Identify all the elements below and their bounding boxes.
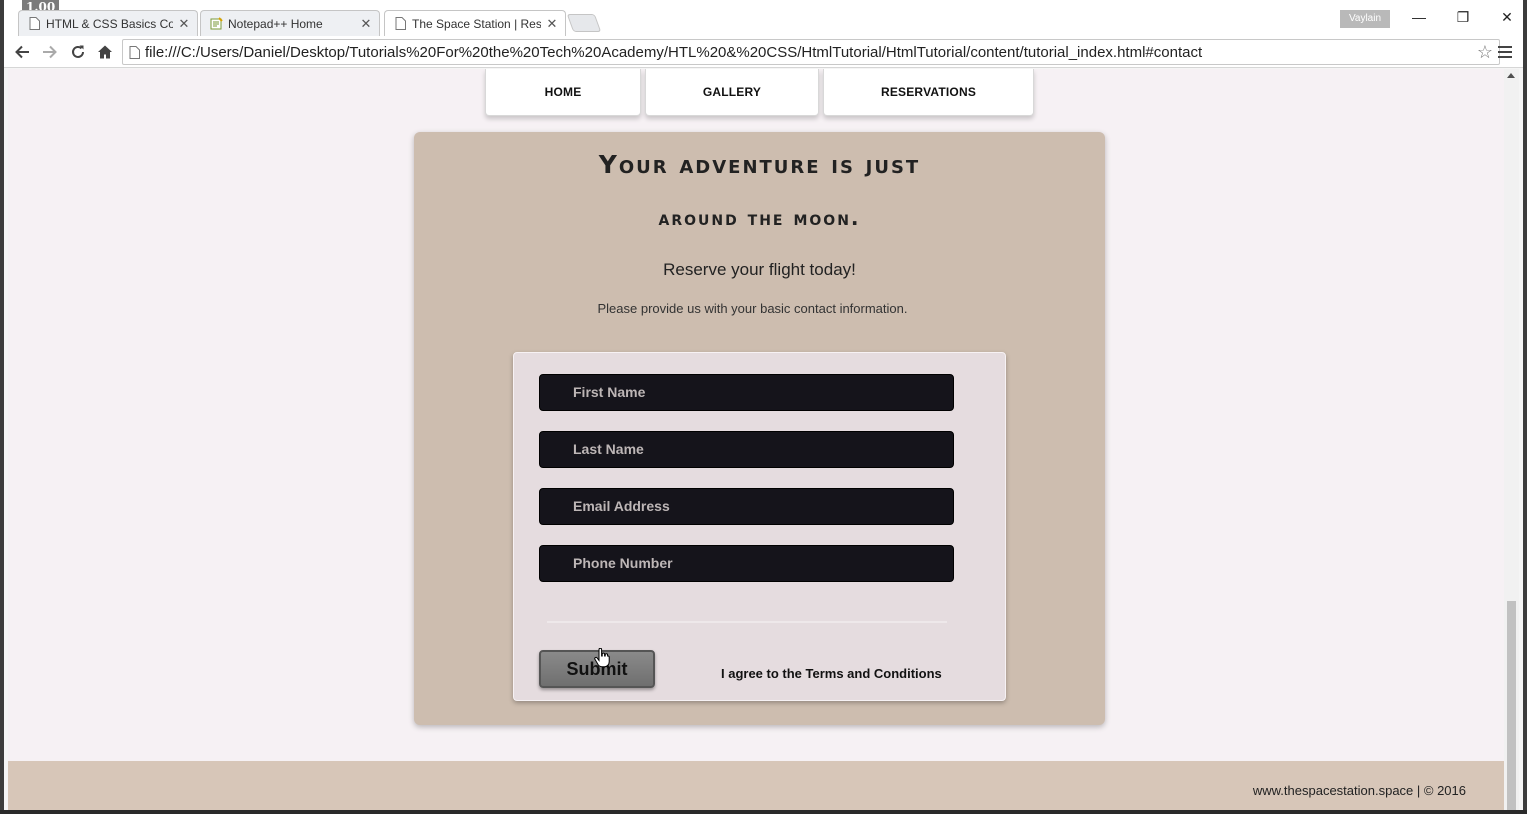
hamburger-menu-icon[interactable] — [1495, 42, 1515, 62]
minimize-icon[interactable]: — — [1404, 6, 1434, 28]
browser-toolbar: file:///C:/Users/Daniel/Desktop/Tutorial… — [4, 36, 1523, 68]
close-window-icon[interactable]: ✕ — [1492, 6, 1522, 28]
tab-notepad-plus-plus[interactable]: Notepad++ Home ✕ — [200, 10, 380, 36]
footer-text: www.thespacestation.space | © 2016 — [1252, 783, 1466, 798]
subtitle: Reserve your flight today! — [663, 260, 856, 279]
scroll-up-icon[interactable] — [1507, 73, 1515, 78]
close-icon[interactable]: ✕ — [359, 16, 373, 32]
page-icon — [123, 45, 145, 59]
heading-line-2: around the moon. — [658, 206, 861, 230]
contact-section: Your adventure is just around the moon. … — [414, 132, 1105, 725]
nav-gallery[interactable]: GALLERY — [645, 69, 819, 116]
page-icon — [393, 17, 407, 31]
info-text: Please provide us with your basic contac… — [597, 301, 908, 316]
first-name-field[interactable]: First Name — [539, 374, 954, 411]
scroll-thumb[interactable] — [1507, 601, 1516, 810]
contact-form: First Name Last Name Email Address Phone… — [513, 352, 1006, 701]
scrollbar[interactable] — [1504, 69, 1519, 810]
phone-field[interactable]: Phone Number — [539, 545, 954, 582]
url-text[interactable]: file:///C:/Users/Daniel/Desktop/Tutorial… — [145, 44, 1471, 61]
hand-cursor-icon — [594, 647, 610, 673]
divider — [547, 621, 947, 623]
tab-space-station[interactable]: The Space Station | Resort ✕ — [384, 10, 566, 36]
page-viewport: HOME GALLERY RESERVATIONS Your adventure… — [8, 69, 1512, 810]
email-field[interactable]: Email Address — [539, 488, 954, 525]
nav-reservations[interactable]: RESERVATIONS — [823, 69, 1034, 116]
close-icon[interactable]: ✕ — [545, 16, 559, 32]
nav-home[interactable]: HOME — [485, 69, 641, 116]
footer: www.thespacestation.space | © 2016 — [8, 761, 1512, 810]
close-icon[interactable]: ✕ — [177, 16, 191, 32]
heading-line-1: Your adventure is just — [598, 150, 921, 179]
restore-icon[interactable]: ❐ — [1448, 6, 1478, 28]
browser-window: 1.00 HTML & CSS Basics Cours ✕ Notepad++… — [0, 0, 1527, 814]
tab-html-css-basics[interactable]: HTML & CSS Basics Cours ✕ — [18, 10, 198, 36]
page-icon — [27, 17, 41, 31]
last-name-field[interactable]: Last Name — [539, 431, 954, 468]
terms-label[interactable]: I agree to the Terms and Conditions — [721, 666, 942, 681]
new-tab-button[interactable] — [566, 14, 602, 32]
forward-arrow-icon[interactable] — [38, 40, 62, 64]
notepad-icon — [209, 17, 223, 31]
back-arrow-icon[interactable] — [10, 40, 34, 64]
taskbar-edge — [0, 810, 1527, 814]
tab-title: Notepad++ Home — [228, 16, 323, 31]
address-bar[interactable]: file:///C:/Users/Daniel/Desktop/Tutorial… — [122, 39, 1500, 65]
profile-badge[interactable]: Vaylain — [1340, 10, 1390, 28]
tab-title: The Space Station | Resort — [412, 16, 541, 31]
home-icon[interactable] — [93, 40, 117, 64]
tab-title: HTML & CSS Basics Cours — [46, 16, 173, 31]
tab-strip: 1.00 HTML & CSS Basics Cours ✕ Notepad++… — [4, 0, 1523, 36]
reload-icon[interactable] — [66, 40, 90, 64]
